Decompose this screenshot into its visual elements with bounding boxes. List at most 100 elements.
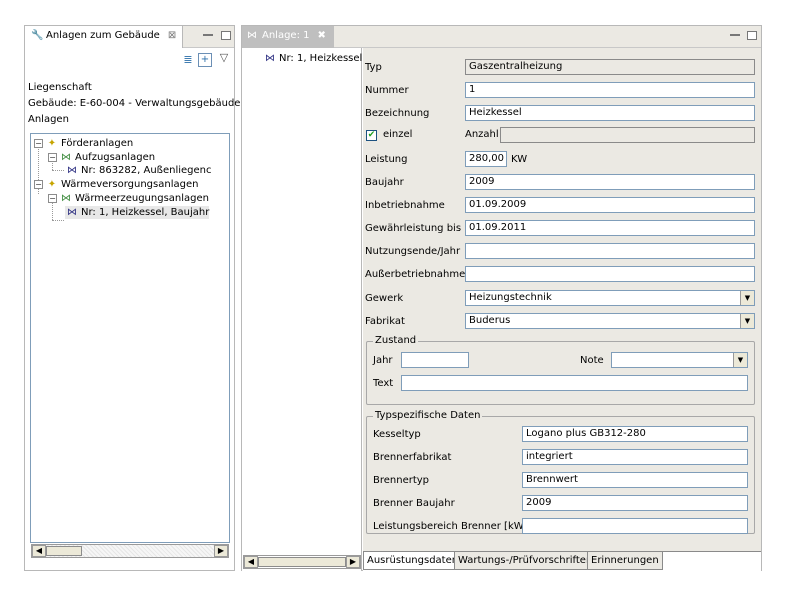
scroll-left-icon[interactable]: ◀ — [244, 556, 258, 568]
anlage-list[interactable]: ⋈ Nr: 1, Heizkessel, ◀ ▶ — [242, 48, 366, 571]
gebaeude-label: Gebäude: E-60-004 - Verwaltungsgebäude — [28, 98, 241, 109]
collapse-toggle[interactable]: − — [34, 138, 43, 148]
group-folder-icon: ✦ — [47, 179, 57, 190]
liegenschaft-label: Liegenschaft — [28, 82, 92, 93]
scroll-thumb[interactable] — [258, 557, 346, 567]
fabrikat-select[interactable]: Buderus ▼ — [465, 313, 755, 329]
tree-horizontal-scrollbar[interactable]: ◀ ▶ — [31, 544, 229, 558]
close-icon[interactable]: ⊠ — [168, 30, 176, 41]
brenner-baujahr-field[interactable]: 2009 — [522, 495, 748, 511]
typspezifische-daten-group: Typspezifische Daten Kesseltyp Logano pl… — [366, 410, 755, 534]
chevron-down-icon[interactable]: ▼ — [740, 314, 754, 328]
einzel-checkbox[interactable]: ✔ — [366, 130, 377, 141]
tab-anlagen-zum-gebaeude[interactable]: 🔧 Anlagen zum Gebäude ⊠ — [25, 26, 184, 48]
scroll-right-icon[interactable]: ▶ — [214, 545, 228, 557]
tab-erinnerungen[interactable]: Erinnerungen — [587, 552, 663, 570]
form-tab-bar: Ausrüstungsdaten Wartungs-/Prüfvorschrif… — [363, 551, 761, 571]
group-folder-icon: ✦ — [47, 138, 57, 149]
baujahr-field[interactable]: 2009 — [465, 174, 755, 190]
kesseltyp-label: Kesseltyp — [373, 429, 421, 440]
scroll-thumb[interactable] — [46, 546, 82, 556]
tree-item-foerderanlagen[interactable]: − ✦ Förderanlagen — [34, 137, 133, 150]
leistungsbereich-label: Leistungsbereich Brenner [kW] — [373, 521, 528, 532]
gewaehrleistung-field[interactable]: 01.09.2011 — [465, 220, 755, 236]
anlagen-tree[interactable]: − ✦ Förderanlagen − ⋈ Aufzugsanlagen ⋈ Nr: 86… — [30, 133, 230, 543]
scroll-left-icon[interactable]: ◀ — [32, 545, 46, 557]
anlage-editor: ⋈ Anlage: 1 ✖ ⋈ Nr: 1, Heizkessel, ◀ ▶ Typ … — [241, 25, 762, 571]
collapse-toggle[interactable]: − — [34, 179, 43, 189]
anlage-icon: ⋈ — [265, 53, 275, 64]
maximize-icon[interactable] — [747, 31, 757, 40]
gewerk-label: Gewerk — [365, 293, 404, 304]
tree-item-aufzug-863282[interactable]: ⋈ Nr: 863282, Außenliegenc — [65, 164, 212, 177]
list-item[interactable]: ⋈ Nr: 1, Heizkessel, — [263, 52, 366, 65]
category-icon: ⋈ — [61, 152, 71, 163]
list-horizontal-scrollbar[interactable]: ◀ ▶ — [243, 555, 361, 569]
jahr-label: Jahr — [373, 355, 393, 366]
nummer-field[interactable]: 1 — [465, 82, 755, 98]
einzel-label: einzel — [383, 129, 413, 140]
inbetriebnahme-label: Inbetriebnahme — [365, 200, 445, 211]
baujahr-label: Baujahr — [365, 177, 404, 188]
list-item-label: Nr: 1, Heizkessel, — [279, 53, 366, 64]
tree-item-label: Wärmeversorgungsanlagen — [61, 179, 199, 190]
tree-item-label: Nr: 863282, Außenliegenc — [81, 165, 212, 176]
tree-item-waermeversorgungsanlagen[interactable]: − ✦ Wärmeversorgungsanlagen — [34, 178, 198, 191]
close-icon[interactable]: ✖ — [318, 30, 326, 41]
tree-item-label: Förderanlagen — [61, 138, 134, 149]
anzahl-field — [500, 127, 755, 143]
text-field[interactable] — [401, 375, 748, 391]
leistungsbereich-field[interactable] — [522, 518, 748, 534]
bezeichnung-field[interactable]: Heizkessel — [465, 105, 755, 121]
editor-header: ⋈ Anlage: 1 ✖ — [242, 26, 761, 48]
gewerk-select[interactable]: Heizungstechnik ▼ — [465, 290, 755, 306]
fabrikat-label: Fabrikat — [365, 316, 405, 327]
gewerk-value: Heizungstechnik — [469, 292, 552, 303]
chevron-down-icon[interactable]: ▼ — [740, 291, 754, 305]
brennertyp-label: Brennertyp — [373, 475, 430, 486]
category-icon: ⋈ — [61, 193, 71, 204]
tab-label: Anlage: 1 — [262, 30, 310, 41]
collapse-toggle[interactable]: − — [48, 193, 57, 203]
typspezifische-daten-title: Typspezifische Daten — [373, 410, 483, 421]
nutzungsende-field[interactable] — [465, 243, 755, 259]
tree-item-label: Wärmeerzeugungsanlagen — [75, 193, 209, 204]
view-menu-icon[interactable]: ▽ — [217, 51, 231, 65]
brennerfabrikat-field[interactable]: integriert — [522, 449, 748, 465]
note-label: Note — [580, 355, 604, 366]
maximize-icon[interactable] — [221, 31, 231, 40]
leistung-field[interactable]: 280,00 — [465, 151, 507, 167]
minimize-icon[interactable] — [730, 34, 740, 37]
anlage-icon: ⋈ — [247, 30, 257, 41]
anzahl-label: Anzahl — [465, 129, 499, 140]
expand-icon[interactable]: + — [198, 53, 212, 67]
nutzungsende-label: Nutzungsende/Jahr — [365, 246, 461, 257]
note-select[interactable]: ▼ — [611, 352, 748, 368]
text-label: Text — [373, 378, 394, 389]
leistung-label: Leistung — [365, 154, 408, 165]
scroll-right-icon[interactable]: ▶ — [346, 556, 360, 568]
kesseltyp-field[interactable]: Logano plus GB312-280 — [522, 426, 748, 442]
tab-anlage-1[interactable]: ⋈ Anlage: 1 ✖ — [242, 26, 334, 48]
chevron-down-icon[interactable]: ▼ — [733, 353, 747, 367]
tree-item-aufzugsanlagen[interactable]: − ⋈ Aufzugsanlagen — [48, 151, 155, 164]
tree-item-waermeerzeugungsanlagen[interactable]: − ⋈ Wärmeerzeugungsanlagen — [48, 192, 209, 205]
collapse-all-icon[interactable]: ≣ — [181, 53, 195, 67]
brennerfabrikat-label: Brennerfabrikat — [373, 452, 452, 463]
ausserbetriebnahme-field[interactable] — [465, 266, 755, 282]
brenner-baujahr-label: Brenner Baujahr — [373, 498, 455, 509]
minimize-icon[interactable] — [203, 34, 213, 37]
tab-ausruestungsdaten[interactable]: Ausrüstungsdaten — [363, 552, 463, 570]
tab-label: Anlagen zum Gebäude — [46, 30, 160, 41]
gewaehrleistung-label: Gewährleistung bis — [365, 223, 462, 234]
tool-icon: 🔧 — [31, 30, 44, 41]
ausserbetriebnahme-label: Außerbetriebnahme — [365, 269, 466, 280]
collapse-toggle[interactable]: − — [48, 152, 57, 162]
inbetriebnahme-field[interactable]: 01.09.2009 — [465, 197, 755, 213]
typ-field: Gaszentralheizung — [465, 59, 755, 75]
brennertyp-field[interactable]: Brennwert — [522, 472, 748, 488]
tree-item-heizkessel-selected[interactable]: ⋈ Nr: 1, Heizkessel, Baujahr — [65, 206, 210, 219]
anlage-icon: ⋈ — [67, 207, 77, 218]
jahr-field[interactable] — [401, 352, 469, 368]
tab-wartungs-pruefvorschriften[interactable]: Wartungs-/Prüfvorschriften — [454, 552, 597, 570]
